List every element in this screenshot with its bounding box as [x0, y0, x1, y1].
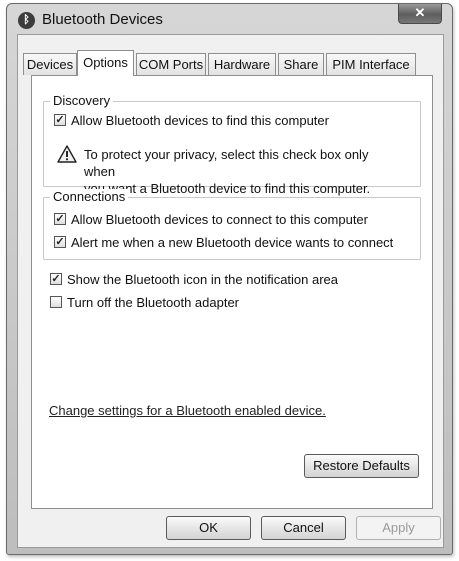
privacy-warning-text: To protect your privacy, select this che… [84, 146, 394, 197]
allow-find-label: Allow Bluetooth devices to find this com… [71, 113, 329, 128]
show-icon-checkbox[interactable]: ✓ [50, 273, 62, 285]
options-panel: Discovery ✓ Allow Bluetooth devices to f… [31, 75, 433, 509]
show-icon-label: Show the Bluetooth icon in the notificat… [67, 272, 339, 287]
discovery-group: Discovery ✓ Allow Bluetooth devices to f… [43, 93, 421, 196]
bluetooth-devices-window: ᛒ Bluetooth Devices ✕ Devices Options CO… [6, 3, 453, 555]
connections-group: Connections ✓ Allow Bluetooth devices to… [43, 189, 421, 260]
allow-connect-label: Allow Bluetooth devices to connect to th… [71, 212, 368, 227]
tab-devices[interactable]: Devices [23, 53, 77, 75]
window-title: Bluetooth Devices [42, 11, 163, 28]
bluetooth-icon: ᛒ [18, 12, 35, 29]
close-button[interactable]: ✕ [398, 4, 442, 24]
close-icon: ✕ [414, 5, 426, 20]
tab-label: Options [83, 55, 128, 70]
tab-options[interactable]: Options [77, 50, 134, 76]
alert-new-device-checkbox[interactable]: ✓ [54, 236, 66, 248]
tab-hardware[interactable]: Hardware [208, 53, 276, 75]
dialog-client-area: Devices Options COM Ports Hardware Share… [17, 34, 444, 548]
tab-label: Share [283, 57, 319, 72]
turn-off-adapter-checkbox[interactable] [50, 296, 62, 308]
tab-label: Hardware [213, 57, 271, 72]
change-settings-link[interactable]: Change settings for a Bluetooth enabled … [49, 403, 326, 418]
apply-button[interactable]: Apply [356, 516, 441, 540]
discovery-group-title: Discovery [50, 93, 114, 108]
tab-share[interactable]: Share [278, 53, 324, 75]
restore-defaults-button[interactable]: Restore Defaults [304, 454, 419, 478]
tab-label: COM Ports [138, 57, 204, 72]
tab-com-ports[interactable]: COM Ports [136, 53, 206, 75]
title-bar[interactable]: ᛒ Bluetooth Devices ✕ [7, 4, 452, 36]
privacy-warning-line-2: you want a Bluetooth device to find this… [84, 181, 371, 196]
cancel-button[interactable]: Cancel [261, 516, 346, 540]
warning-icon [57, 145, 77, 163]
tab-pim-interface[interactable]: PIM Interface [326, 53, 416, 75]
alert-new-device-label: Alert me when a new Bluetooth device wan… [71, 235, 394, 250]
allow-connect-checkbox[interactable]: ✓ [54, 213, 66, 225]
privacy-warning-line-1: To protect your privacy, select this che… [84, 147, 369, 179]
connections-group-title: Connections [50, 189, 129, 204]
ok-button[interactable]: OK [166, 516, 251, 540]
tab-label: PIM Interface [332, 57, 410, 72]
turn-off-adapter-label: Turn off the Bluetooth adapter [67, 295, 240, 310]
allow-find-checkbox[interactable]: ✓ [54, 114, 66, 126]
tab-label: Devices [26, 57, 74, 72]
